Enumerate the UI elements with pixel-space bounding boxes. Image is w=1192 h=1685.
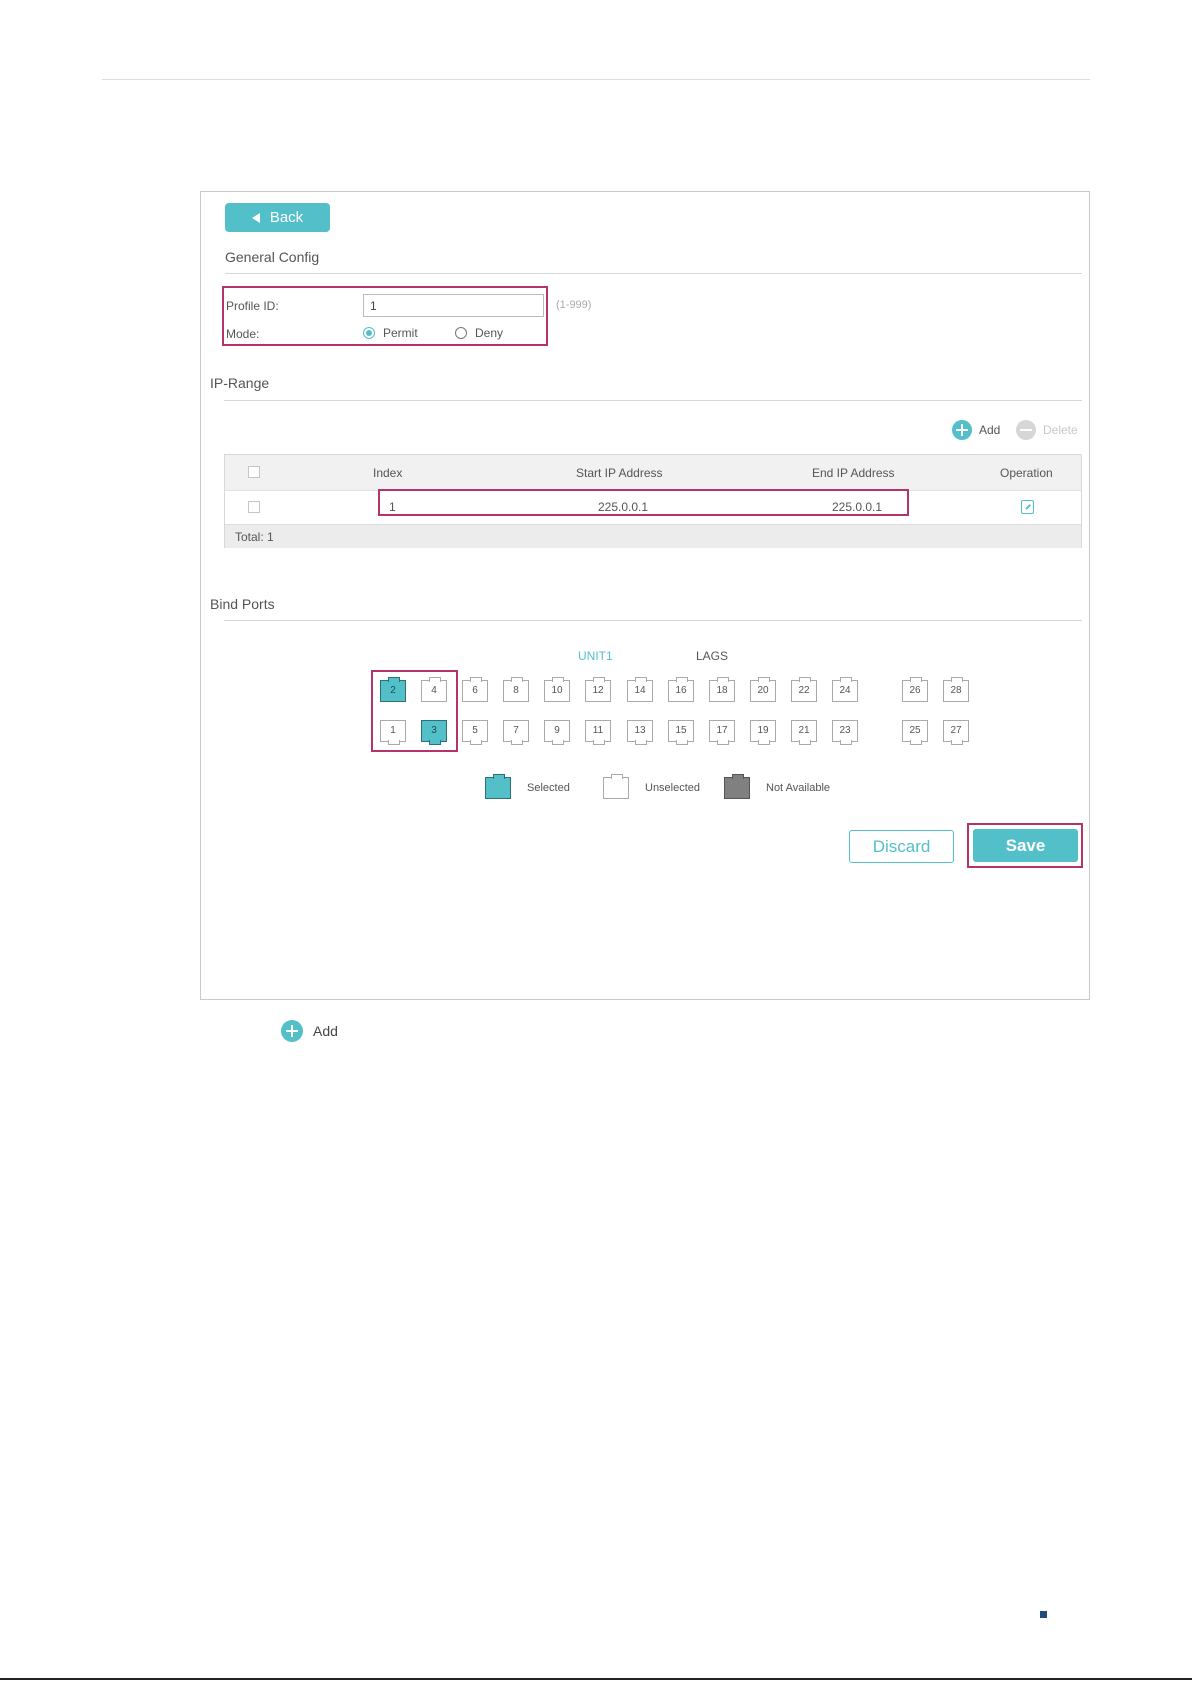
port-20[interactable]: 20: [750, 677, 776, 702]
select-all-checkbox[interactable]: [248, 466, 260, 478]
radio-checked-icon: [363, 327, 375, 339]
table-header: Index Start IP Address End IP Address Op…: [225, 455, 1081, 490]
legend-selected: Selected: [485, 774, 570, 799]
legend-unselected: Unselected: [603, 774, 701, 799]
selected-ports-highlight: [371, 670, 458, 752]
port-28[interactable]: 28: [943, 677, 969, 702]
mode-permit-radio[interactable]: Permit: [363, 326, 418, 340]
port-21[interactable]: 21: [791, 720, 817, 745]
legend-not-available-label: Not Available: [766, 782, 831, 794]
radio-unchecked-icon: [455, 327, 467, 339]
port-26[interactable]: 26: [902, 677, 928, 702]
port-12[interactable]: 12: [585, 677, 611, 702]
ip-range-title: IP-Range: [210, 375, 270, 391]
profile-id-hint: (1-999): [556, 299, 592, 311]
unit1-tab[interactable]: UNIT1: [578, 649, 613, 663]
port-8[interactable]: 8: [503, 677, 529, 702]
col-operation: Operation: [1000, 466, 1053, 480]
port-13[interactable]: 13: [627, 720, 653, 745]
ip-row-highlight: [378, 489, 909, 516]
port-14[interactable]: 14: [627, 677, 653, 702]
port-17[interactable]: 17: [709, 720, 735, 745]
port-7[interactable]: 7: [503, 720, 529, 745]
bind-ports-title: Bind Ports: [210, 596, 275, 612]
port-not-available-icon: [724, 774, 750, 799]
discard-button[interactable]: Discard: [849, 830, 954, 863]
port-22[interactable]: 22: [791, 677, 817, 702]
port-23[interactable]: 23: [832, 720, 858, 745]
add-icon: [281, 1020, 303, 1042]
port-9[interactable]: 9: [544, 720, 570, 745]
delete-icon[interactable]: [1016, 420, 1036, 440]
mode-label: Mode:: [226, 327, 260, 341]
delete-label[interactable]: Delete: [1043, 423, 1078, 437]
port-19[interactable]: 19: [750, 720, 776, 745]
save-highlight: [967, 823, 1083, 868]
table-total: Total: 1: [235, 530, 274, 544]
ip-range-divider: [224, 400, 1082, 401]
port-5[interactable]: 5: [462, 720, 488, 745]
top-rule: [102, 79, 1090, 80]
add-icon[interactable]: [952, 420, 972, 440]
row-checkbox[interactable]: [248, 501, 260, 513]
mode-permit-label: Permit: [383, 326, 418, 340]
port-24[interactable]: 24: [832, 677, 858, 702]
back-button-label: Back: [269, 209, 304, 226]
profile-id-input[interactable]: [363, 294, 544, 317]
port-6[interactable]: 6: [462, 677, 488, 702]
bind-ports-divider: [224, 620, 1082, 621]
table-footer: Total: 1: [225, 524, 1081, 548]
lags-tab[interactable]: LAGS: [696, 649, 728, 663]
port-unselected-icon: [603, 774, 629, 799]
back-button[interactable]: Back: [225, 203, 330, 232]
legend-selected-label: Selected: [527, 782, 570, 794]
col-start-ip: Start IP Address: [576, 466, 663, 480]
port-10[interactable]: 10: [544, 677, 570, 702]
legend-unselected-label: Unselected: [645, 782, 701, 794]
col-index: Index: [373, 466, 403, 480]
add-label[interactable]: Add: [979, 423, 1000, 437]
port-15[interactable]: 15: [668, 720, 694, 745]
col-end-ip: End IP Address: [812, 466, 895, 480]
mode-deny-label: Deny: [475, 326, 504, 340]
port-18[interactable]: 18: [709, 677, 735, 702]
bottom-rule: [0, 1678, 1192, 1680]
back-arrow-icon: [251, 212, 260, 223]
port-27[interactable]: 27: [943, 720, 969, 745]
page-marker: [1040, 1611, 1047, 1618]
edit-icon[interactable]: [1021, 500, 1034, 514]
port-25[interactable]: 25: [902, 720, 928, 745]
general-config-title: General Config: [225, 249, 320, 265]
footnote-add-label: Add: [313, 1023, 338, 1039]
port-11[interactable]: 11: [585, 720, 611, 745]
port-16[interactable]: 16: [668, 677, 694, 702]
legend-not-available: Not Available: [724, 774, 831, 799]
profile-id-label: Profile ID:: [226, 299, 279, 313]
mode-deny-radio[interactable]: Deny: [455, 326, 503, 340]
general-config-divider: [225, 273, 1082, 274]
port-selected-icon: [485, 774, 511, 799]
